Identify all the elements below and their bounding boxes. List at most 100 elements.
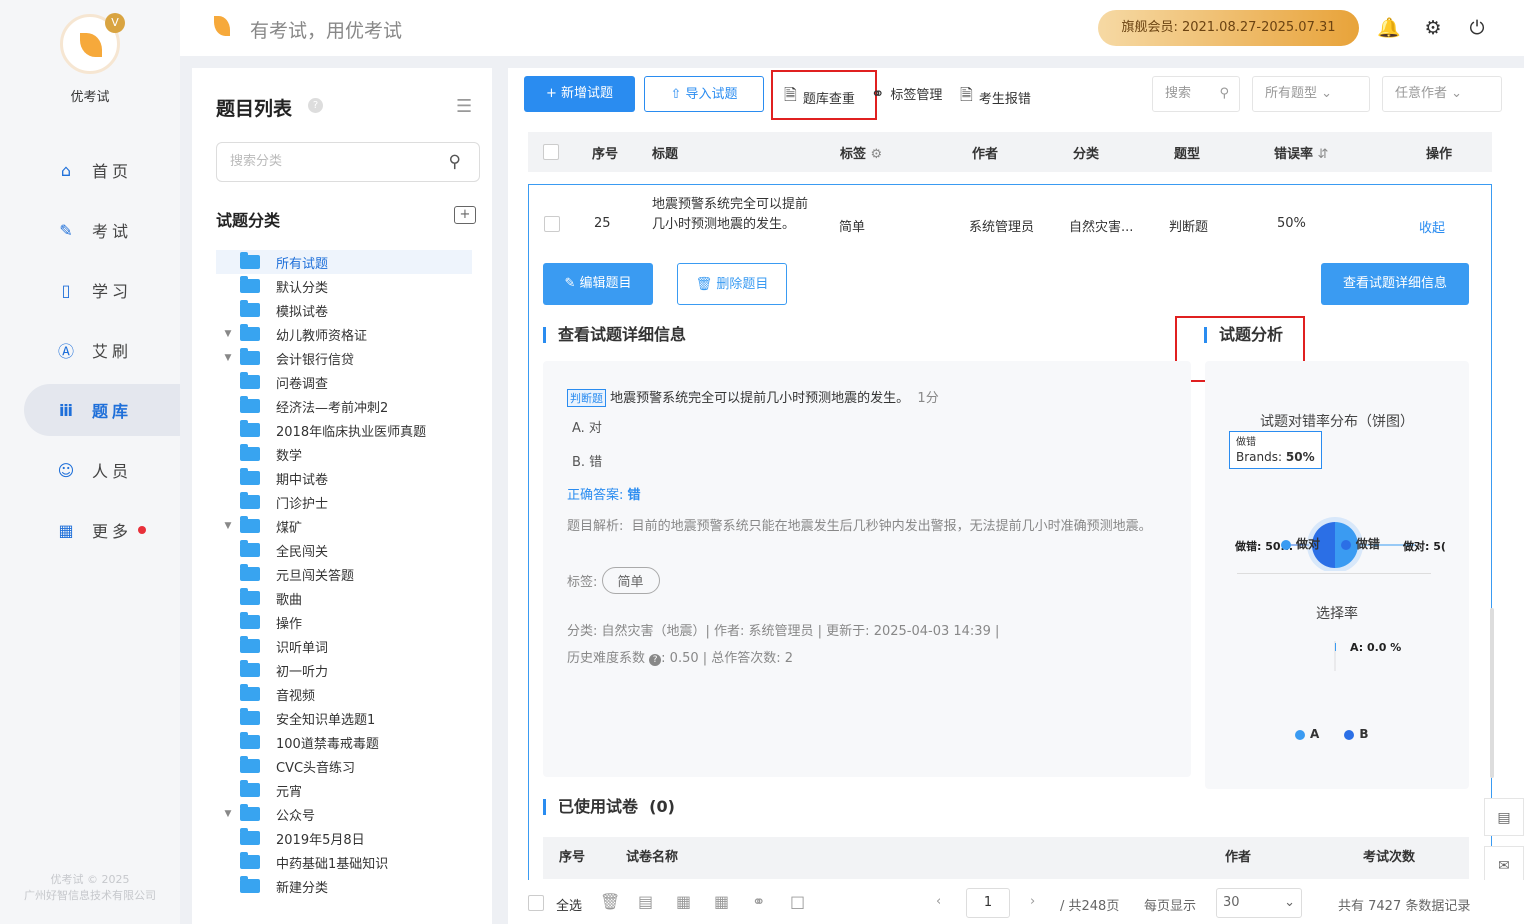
vip-badge[interactable]: 旗舰会员: 2021.08.27-2025.07.31 — [1098, 10, 1359, 46]
home-icon: ⌂ — [60, 160, 72, 180]
doc-float-icon[interactable]: ▤ — [1484, 798, 1524, 836]
expand-arrow-icon[interactable]: ▼ — [216, 329, 240, 339]
help-icon[interactable]: ? — [649, 654, 662, 666]
tree-item[interactable]: 问卷调查 — [216, 370, 472, 394]
tag-batch-icon[interactable]: ⚭ — [752, 892, 765, 911]
tree-item[interactable]: 数学 — [216, 442, 472, 466]
next-page-icon[interactable]: › — [1030, 894, 1035, 909]
nav-item-3[interactable]: Ⓐ 艾刷 — [24, 324, 180, 376]
export-excel-icon[interactable]: ▦ — [714, 892, 729, 911]
tree-item-label: CVC头音练习 — [276, 760, 356, 776]
nav-item-1[interactable]: ✎ 考试 — [24, 204, 180, 256]
tree-item-label: 音视频 — [276, 688, 316, 704]
tree-item[interactable]: 中药基础1基础知识 — [216, 850, 472, 874]
tree-item-label: 安全知识单选题1 — [276, 712, 376, 728]
tree-item[interactable]: 操作 — [216, 610, 472, 634]
question-content: 判断题 地震预警系统完全可以提前几小时预测地震的发生。 1分 A. 对 B. 错… — [543, 361, 1191, 777]
legend-b[interactable]: B — [1359, 727, 1368, 741]
tree-item[interactable]: 100道禁毒戒毒题 — [216, 730, 472, 754]
search-icon[interactable]: ⚲ — [449, 143, 461, 181]
copy-icon[interactable]: □ — [790, 892, 805, 911]
type-select[interactable]: 所有题型 ⌄ — [1252, 76, 1370, 112]
analysis-text: 题目解析: 目前的地震预警系统只能在地震发生后几秒钟内发出警报，无法提前几小时准… — [567, 519, 1152, 534]
col-rate[interactable]: 错误率 ⇵ — [1274, 143, 1328, 162]
page-input[interactable]: 1 — [966, 888, 1010, 918]
legend-a[interactable]: A — [1310, 727, 1319, 741]
tree-item[interactable]: 安全知识单选题1 — [216, 706, 472, 730]
legend-wrong[interactable]: 做错 — [1356, 537, 1380, 551]
tree-item[interactable]: ▼ 煤矿 — [216, 514, 472, 538]
help-icon[interactable]: ? — [308, 98, 323, 113]
tree-item[interactable]: 所有试题 — [216, 250, 472, 274]
tree-item[interactable]: 2019年5月8日 — [216, 826, 472, 850]
dedupe-button[interactable]: 🗎 题库查重 — [784, 84, 855, 111]
move-folder-icon[interactable]: ▤ — [638, 892, 653, 911]
table-row[interactable]: 25 地震预警系统完全可以提前几小时预测地震的发生。 简单 系统管理员 自然灾害… — [529, 185, 1491, 265]
folder-icon — [240, 780, 260, 797]
tag-manage-button[interactable]: ⚭ 标签管理 — [871, 84, 942, 103]
nav-item-5[interactable]: ☺ 人员 — [24, 444, 180, 496]
add-folder-icon[interactable]: + — [454, 206, 476, 224]
tree-item[interactable]: 经济法—考前冲刺2 — [216, 394, 472, 418]
import-button[interactable]: ⇧ 导入试题 — [644, 76, 764, 112]
select-all-checkbox[interactable] — [543, 144, 559, 160]
tree-item[interactable]: 默认分类 — [216, 274, 472, 298]
tree-item[interactable]: 全民闯关 — [216, 538, 472, 562]
legend-correct[interactable]: 做对 — [1296, 537, 1320, 551]
nav-item-4[interactable]: ⅲ 题库 — [24, 384, 180, 436]
report-button[interactable]: 🗎 考生报错 — [960, 84, 1031, 111]
tree-item[interactable]: 音视频 — [216, 682, 472, 706]
row-checkbox[interactable] — [544, 216, 560, 232]
bell-icon[interactable]: 🔔 — [1377, 16, 1401, 40]
export-word-icon[interactable]: ▦ — [676, 892, 691, 911]
tree-item[interactable]: 元旦闯关答题 — [216, 562, 472, 586]
tree-item[interactable]: ▼ 幼儿教师资格证 — [216, 322, 472, 346]
report-icon: 🗎 — [960, 85, 973, 104]
gear-icon[interactable]: ⚙ — [1421, 16, 1445, 40]
tree-item[interactable]: 2018年临床执业医师真题 — [216, 418, 472, 442]
collapse-menu-icon[interactable]: ☰ — [456, 96, 472, 117]
app-logo[interactable]: V — [60, 13, 125, 74]
edit-question-button[interactable]: ✎ 编辑题目 — [543, 263, 653, 305]
tree-item[interactable]: 新建分类 — [216, 874, 472, 898]
tree-item[interactable]: 初一听力 — [216, 658, 472, 682]
nav-item-2[interactable]: ▯ 学习 — [24, 264, 180, 316]
tree-item[interactable]: 模拟试卷 — [216, 298, 472, 322]
power-icon[interactable]: ⏻ — [1465, 16, 1489, 40]
delete-question-button[interactable]: 🗑 删除题目 — [677, 263, 787, 305]
nav-label: 题库 — [92, 402, 133, 421]
expand-arrow-icon[interactable]: ▼ — [216, 521, 240, 531]
collapse-link[interactable]: 收起 — [1419, 217, 1445, 236]
bar-chart-title: 选择率 — [1316, 606, 1358, 622]
col-tag[interactable]: 标签 ⚙ — [840, 143, 882, 162]
author-select[interactable]: 任意作者 ⌄ — [1382, 76, 1502, 112]
tree-item[interactable]: 元宵 — [216, 778, 472, 802]
tree-item[interactable]: ▼ 会计银行信贷 — [216, 346, 472, 370]
add-question-button[interactable]: + 新增试题 — [524, 76, 635, 112]
folder-icon — [240, 564, 260, 581]
search-input[interactable]: 搜索 ⚲ — [1152, 76, 1240, 112]
tree-item[interactable]: 歌曲 — [216, 586, 472, 610]
detail-scrollbar[interactable] — [1490, 608, 1494, 778]
per-page-select[interactable]: 30 ⌄ — [1216, 888, 1302, 918]
chat-float-icon[interactable]: ✉ — [1484, 846, 1524, 884]
select-all-label: 全选 — [556, 899, 583, 914]
tree-item[interactable]: 期中试卷 — [216, 466, 472, 490]
table-header: 序号 标题 标签 ⚙ 作者 分类 题型 错误率 ⇵ 操作 — [528, 132, 1492, 172]
notification-dot — [138, 526, 147, 534]
prev-page-icon[interactable]: ‹ — [936, 894, 941, 909]
expand-arrow-icon[interactable]: ▼ — [216, 353, 240, 363]
tree-item[interactable]: 门诊护士 — [216, 490, 472, 514]
tree-item[interactable]: CVC头音练习 — [216, 754, 472, 778]
view-detail-button[interactable]: 查看试题详细信息 — [1321, 263, 1469, 305]
footer-select-checkbox[interactable] — [528, 895, 544, 911]
tree-item[interactable]: 识听单词 — [216, 634, 472, 658]
delete-icon[interactable]: 🗑 — [600, 892, 620, 911]
bar-a[interactable] — [1335, 643, 1336, 651]
nav-item-0[interactable]: ⌂ 首页 — [24, 144, 180, 196]
folder-icon — [240, 828, 260, 845]
expand-arrow-icon[interactable]: ▼ — [216, 809, 240, 819]
category-search-input[interactable]: 搜索分类 ⚲ — [216, 142, 480, 182]
nav-item-6[interactable]: ▦ 更多 — [24, 504, 180, 556]
tree-item[interactable]: ▼ 公众号 — [216, 802, 472, 826]
